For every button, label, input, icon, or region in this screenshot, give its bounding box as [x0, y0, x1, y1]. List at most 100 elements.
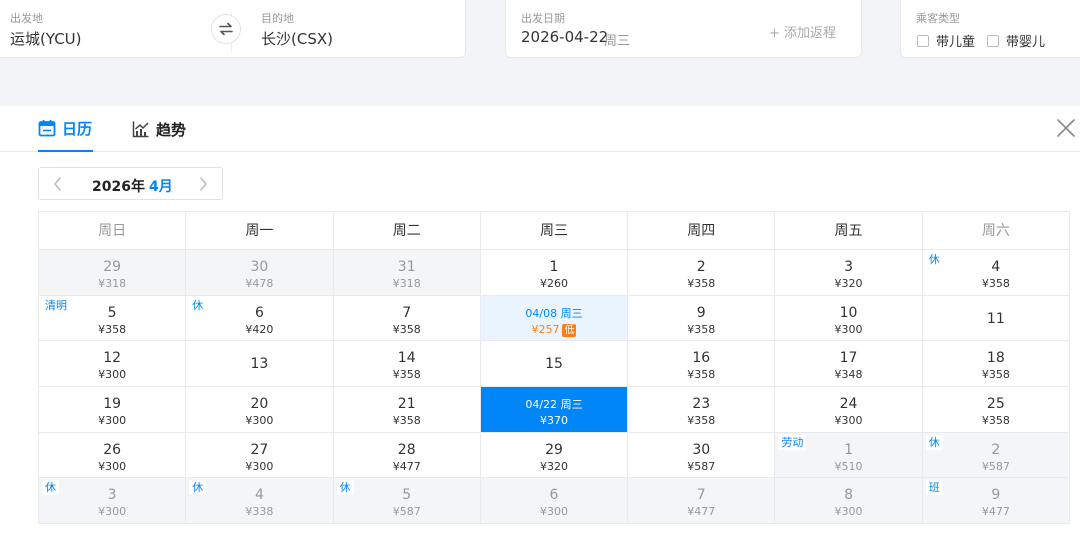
to-label: 目的地 [261, 12, 294, 25]
calendar-day[interactable]: 31 ¥318 [333, 250, 481, 296]
add-return-button[interactable]: + 添加返程 [769, 22, 836, 41]
calendar-day[interactable]: 14 ¥358 [333, 341, 481, 388]
calendar-day[interactable]: 20 ¥300 [186, 387, 334, 433]
low-price-calendar-panel: 日历 趋势 2026年 4月 周日 周一 周二 周三 周四 周五 周六 29 ¥… [0, 106, 1080, 536]
from-city-field[interactable]: 运城(YCU) [10, 28, 82, 49]
day-number: 30 [692, 441, 711, 458]
calendar-day[interactable]: 29 ¥318 [39, 250, 187, 296]
checkbox-box[interactable] [987, 34, 999, 47]
day-number: 28 [397, 441, 416, 458]
price-value: ¥510 [834, 459, 863, 473]
calendar-day[interactable]: 26 ¥300 [39, 432, 187, 479]
day-price: ¥338 [186, 505, 332, 518]
calendar-day[interactable]: 休 4 ¥358 [922, 250, 1070, 296]
calendar-day[interactable]: 休 6 ¥420 [186, 295, 334, 342]
calendar-weeks: 29 ¥318 30 ¥478 31 ¥318 1 ¥260 2 ¥358 3 ¥320 休 4 ¥358 清… [39, 250, 1070, 525]
calendar-day[interactable]: 18 ¥358 [922, 341, 1070, 388]
calendar-day[interactable]: 2 ¥358 [628, 250, 776, 296]
prev-month-button[interactable] [50, 175, 66, 193]
calendar-day[interactable]: 9 ¥358 [628, 295, 776, 342]
price-value: ¥257 [531, 322, 560, 336]
day-price: ¥358 [923, 414, 1069, 427]
calendar-day[interactable]: 23 ¥358 [628, 387, 776, 433]
calendar-day[interactable]: 30 ¥587 [628, 432, 776, 479]
calendar-day[interactable]: 19 ¥300 [39, 387, 187, 433]
calendar-day[interactable]: 7 ¥477 [628, 478, 776, 525]
calendar-day[interactable]: 30 ¥478 [186, 250, 334, 296]
calendar-day[interactable]: 28 ¥477 [333, 432, 481, 479]
calendar-day[interactable]: 3 ¥320 [775, 250, 923, 296]
day-number: 16 [692, 350, 711, 367]
calendar-day-selected[interactable]: 04/22 周三 ¥370 [480, 387, 629, 433]
price-value: ¥318 [98, 277, 127, 290]
calendar-day[interactable]: 11 [922, 295, 1070, 342]
day-price: ¥320 [481, 460, 627, 473]
day-price: ¥420 [186, 323, 332, 336]
calendar-day[interactable]: 6 ¥300 [480, 478, 629, 525]
departure-date-field[interactable]: 2026-04-22 [521, 28, 608, 46]
from-label: 出发地 [10, 12, 43, 25]
next-month-button[interactable] [195, 175, 211, 193]
with-child-checkbox[interactable]: 带儿童 [917, 31, 975, 50]
calendar-day[interactable]: 7 ¥358 [333, 295, 481, 342]
calendar-day[interactable]: 17 ¥348 [775, 341, 923, 388]
calendar-icon [38, 120, 56, 137]
calendar-day[interactable]: 休 5 ¥587 [333, 478, 481, 525]
price-value: ¥348 [834, 368, 863, 382]
day-price: ¥358 [39, 323, 185, 336]
to-city-field[interactable]: 长沙(CSX) [261, 28, 333, 49]
day-price: ¥358 [923, 277, 1069, 290]
current-year-label: 2026年 [92, 179, 145, 195]
day-price: ¥358 [334, 414, 480, 427]
day-number: 2 [991, 441, 1001, 458]
swap-cities-button[interactable] [211, 14, 241, 44]
day-number: 11 [986, 310, 1005, 327]
calendar-day[interactable]: 劳动 1 ¥510 [775, 432, 923, 479]
weekday-header: 周三 [480, 212, 629, 250]
checkbox-box[interactable] [917, 34, 929, 47]
weekday-header: 周日 [39, 212, 187, 250]
day-number: 6 [549, 487, 559, 504]
swap-arrows-icon [219, 22, 233, 36]
close-calendar-button[interactable] [1056, 118, 1076, 138]
departure-weekday: 周三 [604, 34, 631, 49]
tab-calendar-label: 日历 [62, 119, 93, 138]
calendar-day[interactable]: 15 [480, 341, 629, 388]
calendar-day[interactable]: 休 4 ¥338 [186, 478, 334, 525]
day-number: 29 [545, 441, 563, 458]
calendar-day[interactable]: 13 [186, 341, 334, 388]
date-selector: 出发日期 2026-04-22 周三 + 添加返程 [505, 0, 862, 58]
calendar-day[interactable]: 班 9 ¥477 [922, 478, 1070, 525]
calendar-day[interactable]: 12 ¥300 [39, 341, 187, 388]
tab-calendar[interactable]: 日历 [38, 106, 94, 152]
close-icon [1057, 119, 1075, 137]
calendar-day-lowest-price[interactable]: 04/08 周三 ¥257 低 [480, 295, 629, 342]
calendar-day[interactable]: 10 ¥300 [775, 295, 923, 342]
calendar-day[interactable]: 29 ¥320 [480, 432, 629, 479]
weekday-header: 周二 [333, 212, 481, 250]
tab-trend[interactable]: 趋势 [132, 106, 186, 152]
price-value: ¥358 [98, 322, 127, 336]
calendar-day[interactable]: 21 ¥358 [333, 387, 481, 433]
calendar-grid: 周日 周一 周二 周三 周四 周五 周六 29 ¥318 30 ¥478 31 ¥318 1… [38, 211, 1070, 525]
day-price: ¥477 [334, 460, 480, 473]
calendar-day[interactable]: 休 2 ¥587 [922, 432, 1070, 479]
calendar-day[interactable]: 休 3 ¥300 [39, 478, 187, 525]
calendar-day[interactable]: 25 ¥358 [922, 387, 1070, 433]
price-value: ¥300 [539, 505, 568, 519]
day-price: ¥320 [775, 277, 921, 290]
calendar-day[interactable]: 27 ¥300 [186, 432, 334, 479]
day-number: 8 [844, 487, 853, 504]
city-selector: 出发地 运城(YCU) 目的地 长沙(CSX) [0, 0, 466, 58]
calendar-week-row: 19 ¥300 20 ¥300 21 ¥358 04/22 周三 ¥370 23 ¥358 24 ¥3… [39, 387, 1070, 433]
calendar-day[interactable]: 24 ¥300 [775, 387, 923, 433]
calendar-day[interactable]: 1 ¥260 [480, 250, 629, 296]
with-infant-checkbox[interactable]: 带婴儿 [987, 31, 1045, 50]
price-value: ¥300 [98, 505, 127, 519]
calendar-day[interactable]: 8 ¥300 [775, 478, 923, 525]
search-bar: 出发地 运城(YCU) 目的地 长沙(CSX) 出发日期 2026-04-22 … [0, 0, 1080, 92]
calendar-day[interactable]: 16 ¥358 [628, 341, 776, 388]
day-price: ¥300 [775, 323, 921, 336]
calendar-day[interactable]: 清明 5 ¥358 [39, 295, 187, 342]
calendar-week-row: 休 3 ¥300 休 4 ¥338 休 5 ¥587 6 ¥300 7 ¥477 8 ¥300 班 9 ¥477 [39, 478, 1070, 525]
